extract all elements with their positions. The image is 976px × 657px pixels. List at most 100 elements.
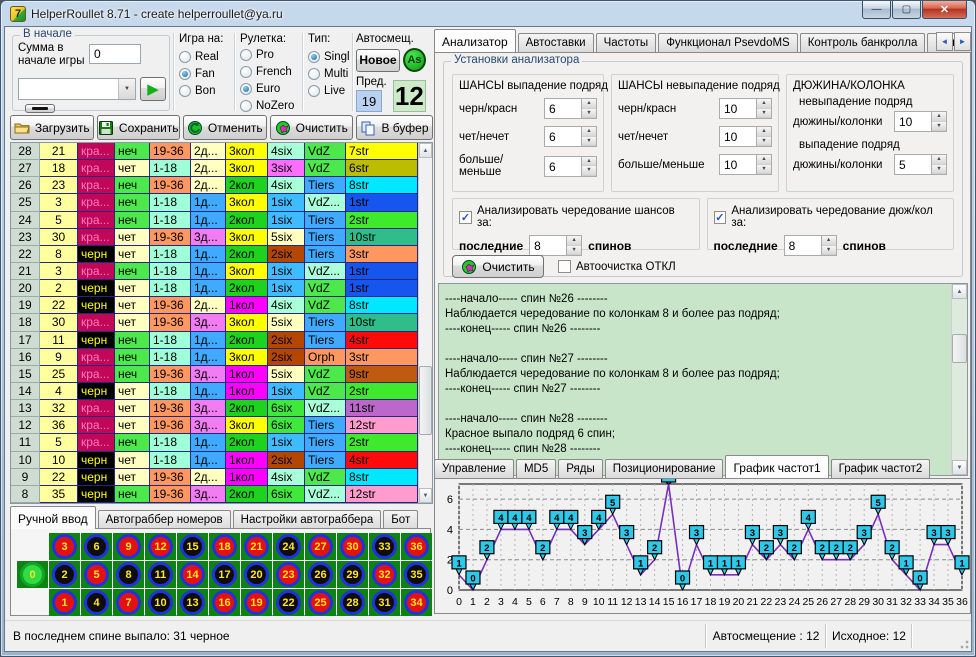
clear-button[interactable]: Очистить bbox=[270, 115, 354, 140]
number-button-9[interactable]: 9 bbox=[113, 533, 144, 560]
tab-автоставки[interactable]: Автоставки bbox=[518, 33, 594, 52]
table-row[interactable]: 144чернчет1-181д...1кол1sixVdZ2str bbox=[11, 383, 418, 400]
alternation-dozens-checkbox[interactable]: ✓ bbox=[714, 211, 727, 224]
number-button-17[interactable]: 17 bbox=[209, 561, 240, 588]
number-button-5[interactable]: 5 bbox=[81, 561, 112, 588]
number-button-32[interactable]: 32 bbox=[369, 561, 400, 588]
tab-анализатор[interactable]: Анализатор bbox=[434, 29, 516, 52]
radio-pro[interactable]: Pro bbox=[240, 46, 300, 63]
radio-euro[interactable]: Euro bbox=[240, 80, 300, 97]
table-row[interactable]: 1332кра...чет19-363д...2кол6sixVdZ...11s… bbox=[11, 400, 418, 417]
undo-button[interactable]: Отменить bbox=[183, 115, 267, 140]
tab-настройки-автограббера[interactable]: Настройки автограббера bbox=[233, 510, 382, 529]
history-combobox[interactable]: ▼ bbox=[18, 78, 136, 100]
alternation-chances-checkbox[interactable]: ✓ bbox=[459, 211, 472, 224]
number-button-11[interactable]: 11 bbox=[145, 561, 176, 588]
close-button[interactable]: ✕ bbox=[922, 1, 967, 19]
combobox-dropdown-icon[interactable]: ▼ bbox=[118, 79, 135, 99]
table-row[interactable]: 1010чернчет1-181д...1кол2sixTiers4str bbox=[11, 452, 418, 469]
number-button-7[interactable]: 7 bbox=[113, 589, 144, 616]
number-button-20[interactable]: 20 bbox=[241, 561, 272, 588]
table-row[interactable]: 1922чернчет19-362д...1кол4sixVdZ8str bbox=[11, 297, 418, 314]
tab-частоты[interactable]: Частоты bbox=[596, 33, 657, 52]
start-sum-input[interactable] bbox=[89, 44, 141, 64]
number-button-22[interactable]: 22 bbox=[273, 589, 304, 616]
tab-позиционирование[interactable]: Позиционирование bbox=[605, 459, 724, 478]
table-row[interactable]: 169кра...неч1-181д...3кол2sixOrph3str bbox=[11, 349, 418, 366]
radio-singl[interactable]: Singl bbox=[308, 48, 354, 65]
table-row[interactable]: 1711черннеч1-181д...2кол2sixTiers4str bbox=[11, 332, 418, 349]
tab-график-частот2[interactable]: График частот2 bbox=[831, 459, 931, 478]
table-row[interactable]: 228чернчет1-181д...2кол2sixTiers3str bbox=[11, 246, 418, 263]
tabs-scroll-right-icon[interactable]: ► bbox=[954, 32, 971, 51]
log-scrollbar[interactable]: ▲ ▼ bbox=[951, 284, 967, 475]
play-button[interactable]: ▶ bbox=[140, 77, 166, 101]
number-button-3[interactable]: 3 bbox=[49, 533, 80, 560]
number-button-26[interactable]: 26 bbox=[305, 561, 336, 588]
table-row[interactable]: 1830кра...чет19-363д...3кол5sixTiers10st… bbox=[11, 314, 418, 331]
number-button-1[interactable]: 1 bbox=[49, 589, 80, 616]
table-row[interactable]: 2330кра...чет19-363д...3кол5sixTiers10st… bbox=[11, 229, 418, 246]
value-spinner[interactable]: 6▲▼ bbox=[544, 126, 597, 147]
autoclean-checkbox[interactable] bbox=[558, 260, 571, 273]
as-icon-button[interactable]: As bbox=[403, 48, 426, 72]
number-button-8[interactable]: 8 bbox=[113, 561, 144, 588]
table-row[interactable]: 2821кра...неч19-362д...3кол4sixVdZ7str bbox=[11, 143, 418, 160]
dozen-miss-spinner[interactable]: 10▲▼ bbox=[894, 111, 947, 132]
radio-multi[interactable]: Multi bbox=[308, 65, 354, 82]
collapse-button[interactable] bbox=[25, 104, 55, 113]
number-button-33[interactable]: 33 bbox=[369, 533, 400, 560]
tab-md5[interactable]: MD5 bbox=[516, 459, 556, 478]
number-button-23[interactable]: 23 bbox=[273, 561, 304, 588]
minimize-button[interactable]: — bbox=[862, 1, 891, 19]
value-spinner[interactable]: 6▲▼ bbox=[544, 156, 597, 177]
number-button-14[interactable]: 14 bbox=[177, 561, 208, 588]
scroll-up-icon[interactable]: ▲ bbox=[952, 284, 967, 299]
radio-french[interactable]: French bbox=[240, 63, 300, 80]
value-spinner[interactable]: 10▲▼ bbox=[719, 126, 772, 147]
number-button-28[interactable]: 28 bbox=[337, 589, 368, 616]
spins-table-scrollbar[interactable]: ▲ ▼ bbox=[418, 143, 432, 503]
number-button-15[interactable]: 15 bbox=[177, 533, 208, 560]
table-row[interactable]: 1236кра...чет19-363д...3кол6sixTiers12st… bbox=[11, 417, 418, 434]
table-row[interactable]: 253кра...неч1-181д...3кол1sixVdZ...1str bbox=[11, 194, 418, 211]
tab-график-частот1[interactable]: График частот1 bbox=[725, 455, 828, 478]
scrollbar-thumb[interactable] bbox=[419, 366, 432, 435]
table-row[interactable]: 245кра...неч1-181д...2кол1sixTiers2str bbox=[11, 212, 418, 229]
number-button-10[interactable]: 10 bbox=[145, 589, 176, 616]
chances-spins-spinner[interactable]: 8▲▼ bbox=[529, 235, 582, 256]
radio-bon[interactable]: Bon bbox=[179, 82, 233, 99]
tab-управление[interactable]: Управление bbox=[434, 459, 514, 478]
radio-live[interactable]: Live bbox=[308, 82, 354, 99]
tab-бот[interactable]: Бот bbox=[383, 510, 418, 529]
table-row[interactable]: 202чернчет1-181д...2кол1sixVdZ1str bbox=[11, 280, 418, 297]
tab-функционал-psevdoms[interactable]: Функционал PsevdoMS bbox=[658, 33, 798, 52]
spins-table[interactable]: 2821кра...неч19-362д...3кол4sixVdZ7str27… bbox=[11, 143, 418, 503]
number-button-34[interactable]: 34 bbox=[401, 589, 432, 616]
table-row[interactable]: 2718кра...чет1-182д...3кол3sixVdZ6str bbox=[11, 160, 418, 177]
maximize-button[interactable]: ▢ bbox=[892, 1, 921, 19]
table-row[interactable]: 213кра...неч1-181д...3кол1sixVdZ...1str bbox=[11, 263, 418, 280]
scrollbar-thumb[interactable] bbox=[952, 334, 967, 363]
number-button-12[interactable]: 12 bbox=[145, 533, 176, 560]
number-button-0[interactable]: 0 bbox=[17, 561, 48, 588]
number-button-29[interactable]: 29 bbox=[337, 561, 368, 588]
buffer-button[interactable]: В буфер bbox=[356, 115, 433, 140]
value-spinner[interactable]: 6▲▼ bbox=[544, 98, 597, 119]
number-button-36[interactable]: 36 bbox=[401, 533, 432, 560]
radio-real[interactable]: Real bbox=[179, 48, 233, 65]
number-button-27[interactable]: 27 bbox=[305, 533, 336, 560]
table-row[interactable]: 2623кра...неч19-362д...2кол4sixTiers8str bbox=[11, 177, 418, 194]
number-button-31[interactable]: 31 bbox=[369, 589, 400, 616]
value-spinner[interactable]: 10▲▼ bbox=[719, 98, 772, 119]
dozen-hit-spinner[interactable]: 5▲▼ bbox=[894, 154, 947, 175]
number-button-30[interactable]: 30 bbox=[337, 533, 368, 560]
tab-ручной-ввод[interactable]: Ручной ввод bbox=[10, 506, 96, 529]
tab-ряды[interactable]: Ряды bbox=[558, 459, 603, 478]
number-button-25[interactable]: 25 bbox=[305, 589, 336, 616]
resize-grip[interactable] bbox=[957, 637, 969, 649]
scroll-down-icon[interactable]: ▼ bbox=[419, 488, 432, 503]
dozens-spins-spinner[interactable]: 8▲▼ bbox=[784, 235, 837, 256]
number-button-18[interactable]: 18 bbox=[209, 533, 240, 560]
number-button-24[interactable]: 24 bbox=[273, 533, 304, 560]
